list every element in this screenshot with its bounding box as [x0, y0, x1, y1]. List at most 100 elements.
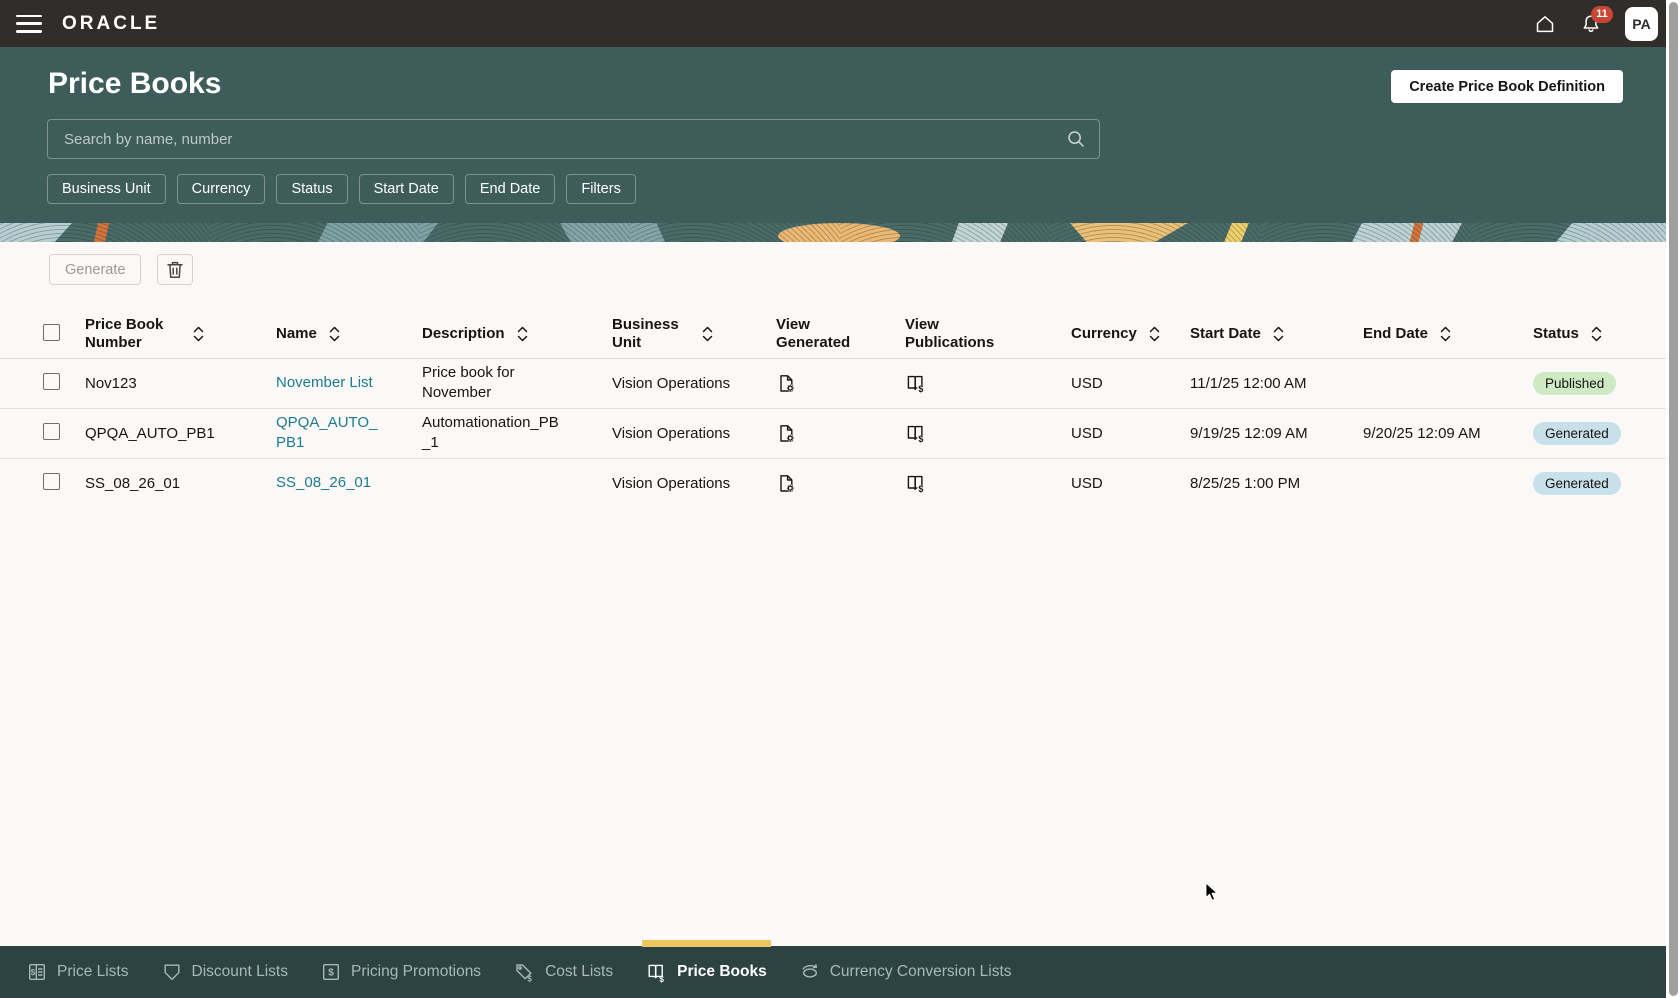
nav-item-label: Price Books — [677, 963, 767, 980]
column-header-business-unit: Business Unit — [612, 316, 679, 352]
view-generated-icon[interactable] — [776, 423, 889, 444]
view-publications-icon[interactable]: $ — [905, 473, 1055, 494]
svg-text:$: $ — [918, 484, 923, 494]
discount-lists-icon — [164, 964, 179, 981]
nav-item-label: Discount Lists — [191, 963, 288, 980]
svg-text:$: $ — [31, 968, 36, 977]
price-books-table: Price Book Number Name Description Busin… — [0, 311, 1680, 508]
select-all-checkbox[interactable] — [43, 323, 60, 341]
cell-price-book-number: Nov123 — [85, 374, 137, 392]
home-icon[interactable] — [1533, 12, 1557, 36]
search-input[interactable] — [47, 119, 1100, 159]
nav-item-discount-lists[interactable]: Discount Lists — [162, 962, 288, 982]
row-checkbox[interactable] — [43, 372, 60, 390]
table-row: SS_08_26_01 SS_08_26_01 Vision Operation… — [0, 458, 1680, 508]
price-book-name-link[interactable]: November List — [276, 374, 373, 391]
cost-lists-icon: $ — [516, 963, 532, 983]
nav-item-currency-conversion-lists[interactable]: Currency Conversion Lists — [800, 962, 1012, 982]
sort-icon[interactable] — [329, 326, 340, 342]
currency-conversion-lists-icon — [802, 964, 817, 978]
cell-end-date — [1363, 458, 1533, 508]
top-app-bar: ORACLE 11 PA — [0, 0, 1680, 47]
view-generated-icon[interactable] — [776, 373, 889, 394]
nav-item-label: Currency Conversion Lists — [829, 963, 1012, 980]
generate-button[interactable]: Generate — [49, 254, 142, 285]
cell-start-date: 11/1/25 12:00 AM — [1190, 374, 1307, 392]
column-header-view-generated: View Generated — [776, 316, 851, 352]
scrollbar-thumb[interactable] — [1669, 2, 1678, 996]
nav-item-label: Price Lists — [57, 963, 129, 980]
view-generated-icon[interactable] — [776, 473, 889, 494]
cell-end-date — [1363, 358, 1533, 408]
hamburger-menu-icon[interactable] — [16, 14, 42, 33]
sort-icon[interactable] — [1149, 326, 1160, 342]
filter-chip-currency[interactable]: Currency — [176, 174, 266, 204]
trash-icon — [167, 261, 184, 278]
table-header-row: Price Book Number Name Description Busin… — [0, 311, 1680, 358]
filter-chip-end-date[interactable]: End Date — [464, 174, 556, 204]
filter-chip-business-unit[interactable]: Business Unit — [47, 174, 166, 204]
sort-icon[interactable] — [1273, 326, 1284, 342]
view-publications-icon[interactable]: $ — [905, 423, 1055, 444]
sort-icon[interactable] — [193, 326, 204, 342]
view-publications-icon[interactable]: $ — [905, 373, 1055, 394]
cell-business-unit: Vision Operations — [612, 474, 731, 492]
price-book-name-link[interactable]: SS_08_26_01 — [276, 474, 371, 491]
filter-chip-row: Business Unit Currency Status Start Date… — [47, 174, 636, 204]
sort-icon[interactable] — [702, 326, 713, 342]
status-badge: Generated — [1533, 471, 1621, 495]
sort-icon[interactable] — [517, 326, 528, 342]
nav-item-price-books[interactable]: $ Price Books — [642, 939, 771, 983]
cell-currency: USD — [1071, 374, 1103, 392]
svg-text:$: $ — [659, 974, 664, 982]
column-header-name: Name — [276, 325, 317, 343]
main-content: Generate Price Book Number Name Descript… — [0, 242, 1680, 946]
filter-chip-status[interactable]: Status — [276, 174, 348, 204]
cell-price-book-number: SS_08_26_01 — [85, 474, 181, 492]
nav-item-pricing-promotions[interactable]: $ Pricing Promotions — [321, 962, 481, 982]
table-row: Nov123 November List Price book for Nove… — [0, 358, 1680, 408]
page-title: Price Books — [48, 67, 222, 100]
cell-description: Price book for November — [422, 364, 515, 401]
nav-item-price-lists[interactable]: $ Price Lists — [27, 962, 129, 982]
cell-business-unit: Vision Operations — [612, 374, 731, 392]
filter-chip-filters[interactable]: Filters — [566, 174, 636, 204]
notification-count-badge: 11 — [1591, 5, 1613, 23]
cell-start-date: 9/19/25 12:09 AM — [1190, 424, 1308, 442]
column-header-status: Status — [1533, 325, 1579, 343]
column-header-price-book-number: Price Book Number — [85, 316, 164, 352]
cell-price-book-number: QPQA_AUTO_PB1 — [85, 424, 215, 442]
column-header-description: Description — [422, 325, 505, 343]
pricing-promotions-icon: $ — [322, 964, 339, 981]
svg-text:$: $ — [918, 434, 923, 444]
nav-item-label: Pricing Promotions — [350, 963, 482, 980]
user-avatar[interactable]: PA — [1625, 6, 1658, 41]
sort-icon[interactable] — [1440, 326, 1451, 342]
cell-currency: USD — [1071, 474, 1103, 492]
delete-button[interactable] — [157, 254, 194, 285]
column-header-currency: Currency — [1071, 325, 1137, 343]
cell-start-date: 8/25/25 1:00 PM — [1190, 474, 1301, 492]
nav-item-cost-lists[interactable]: $ Cost Lists — [514, 962, 613, 983]
sort-icon[interactable] — [1591, 326, 1602, 342]
column-header-end-date: End Date — [1363, 325, 1429, 343]
decorative-banner — [0, 223, 1680, 242]
price-lists-icon: $ — [29, 964, 46, 981]
table-toolbar: Generate — [49, 254, 194, 285]
svg-text:$: $ — [918, 384, 923, 394]
column-header-view-publications: View Publications — [905, 316, 995, 352]
cell-description: Automationation_PB_1 — [422, 414, 559, 451]
price-books-icon: $ — [648, 964, 664, 983]
row-checkbox[interactable] — [43, 422, 60, 440]
page-header: Price Books Create Price Book Definition… — [0, 47, 1680, 223]
bottom-navigation: $ Price Lists Discount Lists $ Pricing P… — [0, 939, 1680, 998]
price-book-name-link[interactable]: QPQA_AUTO_PB1 — [276, 414, 377, 451]
cell-currency: USD — [1071, 424, 1103, 442]
nav-item-label: Cost Lists — [545, 963, 614, 980]
scrollbar[interactable] — [1666, 0, 1680, 998]
row-checkbox[interactable] — [43, 472, 60, 490]
create-price-book-definition-button[interactable]: Create Price Book Definition — [1391, 70, 1623, 103]
notifications-bell-icon[interactable]: 11 — [1579, 5, 1613, 36]
filter-chip-start-date[interactable]: Start Date — [358, 174, 454, 204]
search-icon[interactable] — [1066, 129, 1086, 149]
